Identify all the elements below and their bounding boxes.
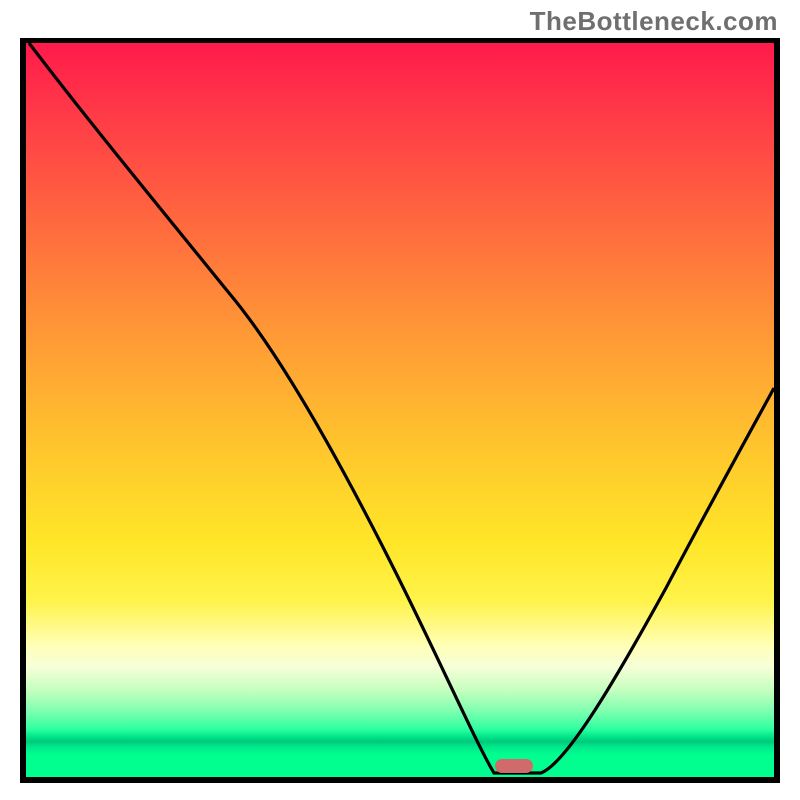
chart-frame <box>20 38 780 783</box>
watermark-text: TheBottleneck.com <box>530 6 778 37</box>
bottleneck-curve <box>26 43 774 777</box>
optimal-marker <box>495 759 533 773</box>
